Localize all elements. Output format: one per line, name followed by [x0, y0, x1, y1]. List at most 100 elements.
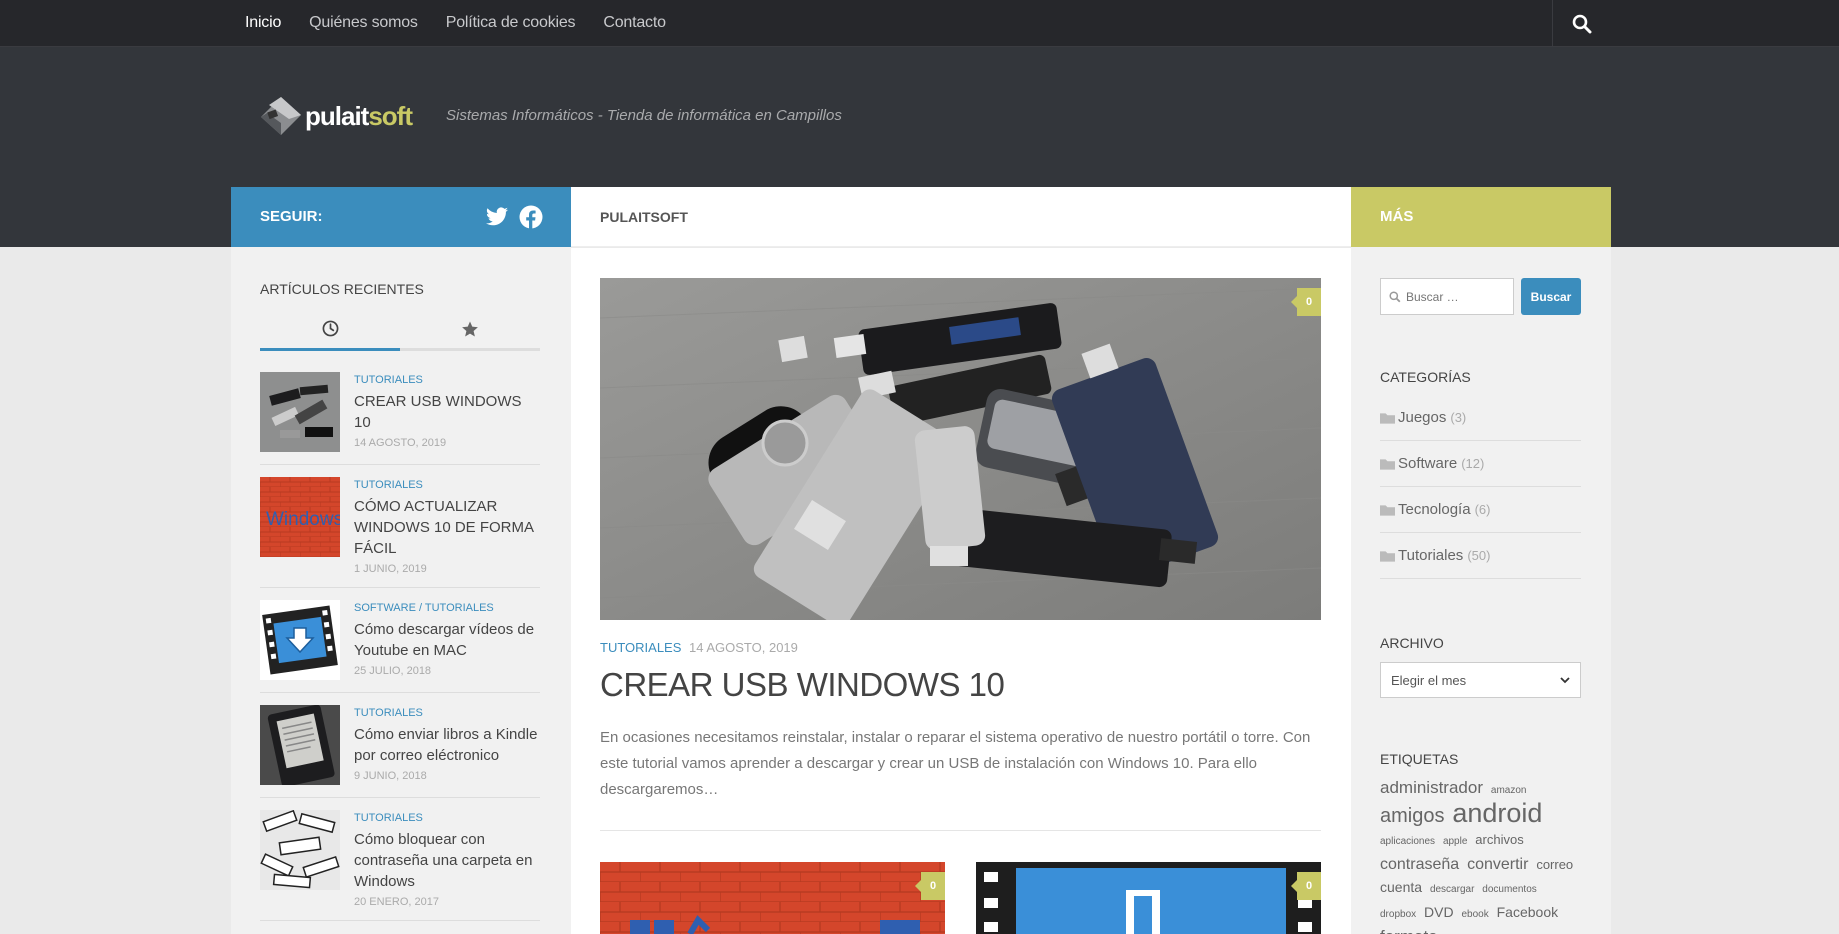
archive-select[interactable]: Elegir el mes: [1380, 662, 1581, 698]
twitter-icon[interactable]: [485, 205, 509, 229]
folder-icon: [1380, 412, 1395, 424]
post-thumbnail[interactable]: Windows: [260, 477, 340, 557]
search-input[interactable]: [1406, 289, 1506, 304]
post-title[interactable]: CREAR USB WINDOWS 10: [354, 391, 540, 433]
left-sidebar: ARTÍCULOS RECIENTES TUTORIALES CREAR USB…: [231, 247, 571, 934]
tag-link[interactable]: convertir: [1467, 856, 1528, 873]
more-bar: MÁS: [1351, 187, 1611, 247]
post-thumbnail[interactable]: [260, 810, 340, 890]
logo-mark-icon: [259, 95, 301, 137]
tag-link[interactable]: correo: [1536, 857, 1573, 872]
tag-link[interactable]: amazon: [1491, 785, 1527, 796]
post-grid-thumbnail[interactable]: 0: [976, 862, 1321, 934]
tag-link[interactable]: formato: [1380, 927, 1438, 934]
tag-cloud: administrador amazon amigos android apli…: [1380, 777, 1581, 934]
main-bar-title: PULAITSOFT: [600, 209, 688, 225]
tag-link[interactable]: DVD: [1424, 904, 1454, 920]
list-item[interactable]: TUTORIALES Cómo enviar libros a Kindle p…: [260, 705, 540, 798]
search-icon: [1572, 14, 1591, 33]
post-date: 9 JUNIO, 2018: [354, 770, 427, 782]
post-thumbnail[interactable]: [260, 600, 340, 680]
search-button[interactable]: Buscar: [1521, 278, 1581, 315]
post-date: 25 JULIO, 2018: [354, 665, 432, 677]
main-title-bar: PULAITSOFT: [571, 187, 1351, 247]
comment-count-badge[interactable]: 0: [1291, 872, 1321, 900]
post-title[interactable]: CÓMO ACTUALIZAR WINDOWS 10 DE FORMA FÁCI…: [354, 496, 540, 559]
post-thumbnail[interactable]: [260, 372, 340, 452]
category-name[interactable]: Juegos: [1398, 409, 1446, 426]
category-count: (12): [1461, 456, 1485, 471]
tag-link[interactable]: amigos: [1380, 805, 1444, 827]
category-item[interactable]: Tutoriales (50): [1380, 533, 1581, 579]
tag-link[interactable]: documentos: [1482, 884, 1536, 895]
tag-link[interactable]: descargar: [1430, 884, 1474, 895]
post-title[interactable]: Cómo bloquear con contraseña una carpeta…: [354, 829, 540, 892]
category-name[interactable]: Tecnología: [1398, 501, 1471, 518]
nav-quienes-somos[interactable]: Quiénes somos: [295, 14, 432, 32]
main-content: 0 TUTORIALES 14 AGOSTO, 2019 CREAR USB W…: [571, 248, 1351, 934]
category-name[interactable]: Tutoriales: [1398, 547, 1463, 564]
tag-link[interactable]: android: [1452, 798, 1542, 828]
post-title[interactable]: Cómo descargar vídeos de Youtube en MAC: [354, 619, 540, 661]
post-category[interactable]: TUTORIALES: [354, 810, 540, 826]
post-date: 1 JUNIO, 2019: [354, 563, 427, 575]
comment-count-badge[interactable]: 0: [915, 872, 945, 900]
tag-link[interactable]: administrador: [1380, 778, 1483, 797]
tag-link[interactable]: ebook: [1461, 909, 1488, 920]
archive-title: ARCHIVO: [1380, 635, 1444, 651]
tag-link[interactable]: cuenta: [1380, 879, 1422, 895]
thumb-windows-text: Windows: [266, 509, 340, 530]
tag-link[interactable]: Facebook: [1497, 904, 1558, 920]
list-item[interactable]: Windows TUTORIALES CÓMO ACTUALIZAR WINDO…: [260, 477, 540, 588]
list-item[interactable]: TUTORIALES Cómo bloquear con contraseña …: [260, 810, 540, 921]
tags-title: ETIQUETAS: [1380, 751, 1459, 767]
categories-title: CATEGORÍAS: [1380, 369, 1471, 385]
tag-link[interactable]: aplicaciones: [1380, 836, 1435, 847]
site-logo[interactable]: pulaitsoft: [259, 95, 413, 137]
tab-recent[interactable]: [260, 309, 400, 351]
post-title[interactable]: Cómo enviar libros a Kindle por correo e…: [354, 724, 540, 766]
logo-text-pulait: pulait: [305, 100, 369, 131]
comment-count-badge[interactable]: 0: [1291, 288, 1321, 316]
top-navigation: Inicio Quiénes somos Política de cookies…: [0, 0, 1839, 47]
category-item[interactable]: Juegos (3): [1380, 395, 1581, 441]
post-grid-thumbnail[interactable]: 0: [600, 862, 945, 934]
post-date: 20 ENERO, 2017: [354, 896, 439, 908]
list-item[interactable]: TUTORIALES CREAR USB WINDOWS 10 14 AGOST…: [260, 372, 540, 465]
nav-politica-cookies[interactable]: Política de cookies: [432, 14, 590, 32]
list-item[interactable]: SOFTWARE / TUTORIALES Cómo descargar víd…: [260, 600, 540, 693]
post-title[interactable]: CREAR USB WINDOWS 10: [600, 666, 1005, 704]
folder-icon: [1380, 504, 1395, 516]
more-label: MÁS: [1380, 208, 1414, 225]
nav-contacto[interactable]: Contacto: [589, 14, 679, 32]
post-excerpt: En ocasiones necesitamos reinstalar, ins…: [600, 729, 1311, 798]
post-thumbnail[interactable]: [260, 705, 340, 785]
tag-link[interactable]: archivos: [1475, 832, 1523, 847]
category-count: (6): [1474, 502, 1491, 517]
tag-link[interactable]: contraseña: [1380, 856, 1459, 873]
comment-count: 0: [929, 880, 937, 892]
facebook-icon[interactable]: [519, 205, 543, 229]
tag-link[interactable]: apple: [1443, 836, 1467, 847]
divider: [600, 830, 1321, 831]
tab-popular[interactable]: [400, 309, 540, 348]
comment-count: 0: [1305, 880, 1313, 892]
post-category[interactable]: TUTORIALES: [600, 640, 681, 655]
category-item[interactable]: Software (12): [1380, 441, 1581, 487]
category-item[interactable]: Tecnología (6): [1380, 487, 1581, 533]
follow-label: SEGUIR:: [260, 208, 323, 225]
recent-posts-list: TUTORIALES CREAR USB WINDOWS 10 14 AGOST…: [260, 372, 540, 933]
tag-link[interactable]: dropbox: [1380, 909, 1416, 920]
post-category[interactable]: TUTORIALES: [354, 477, 540, 493]
nav-inicio[interactable]: Inicio: [231, 14, 295, 32]
site-tagline: Sistemas Informáticos - Tienda de inform…: [446, 107, 842, 124]
post-category[interactable]: SOFTWARE / TUTORIALES: [354, 600, 540, 616]
featured-image[interactable]: 0: [600, 278, 1321, 620]
post-date: 14 AGOSTO, 2019: [354, 437, 447, 449]
search-field[interactable]: [1380, 278, 1514, 315]
post-category[interactable]: TUTORIALES: [354, 705, 540, 721]
category-name[interactable]: Software: [1398, 455, 1457, 472]
post-category[interactable]: TUTORIALES: [354, 372, 540, 388]
category-count: (50): [1467, 548, 1491, 563]
search-toggle-button[interactable]: [1552, 0, 1610, 47]
